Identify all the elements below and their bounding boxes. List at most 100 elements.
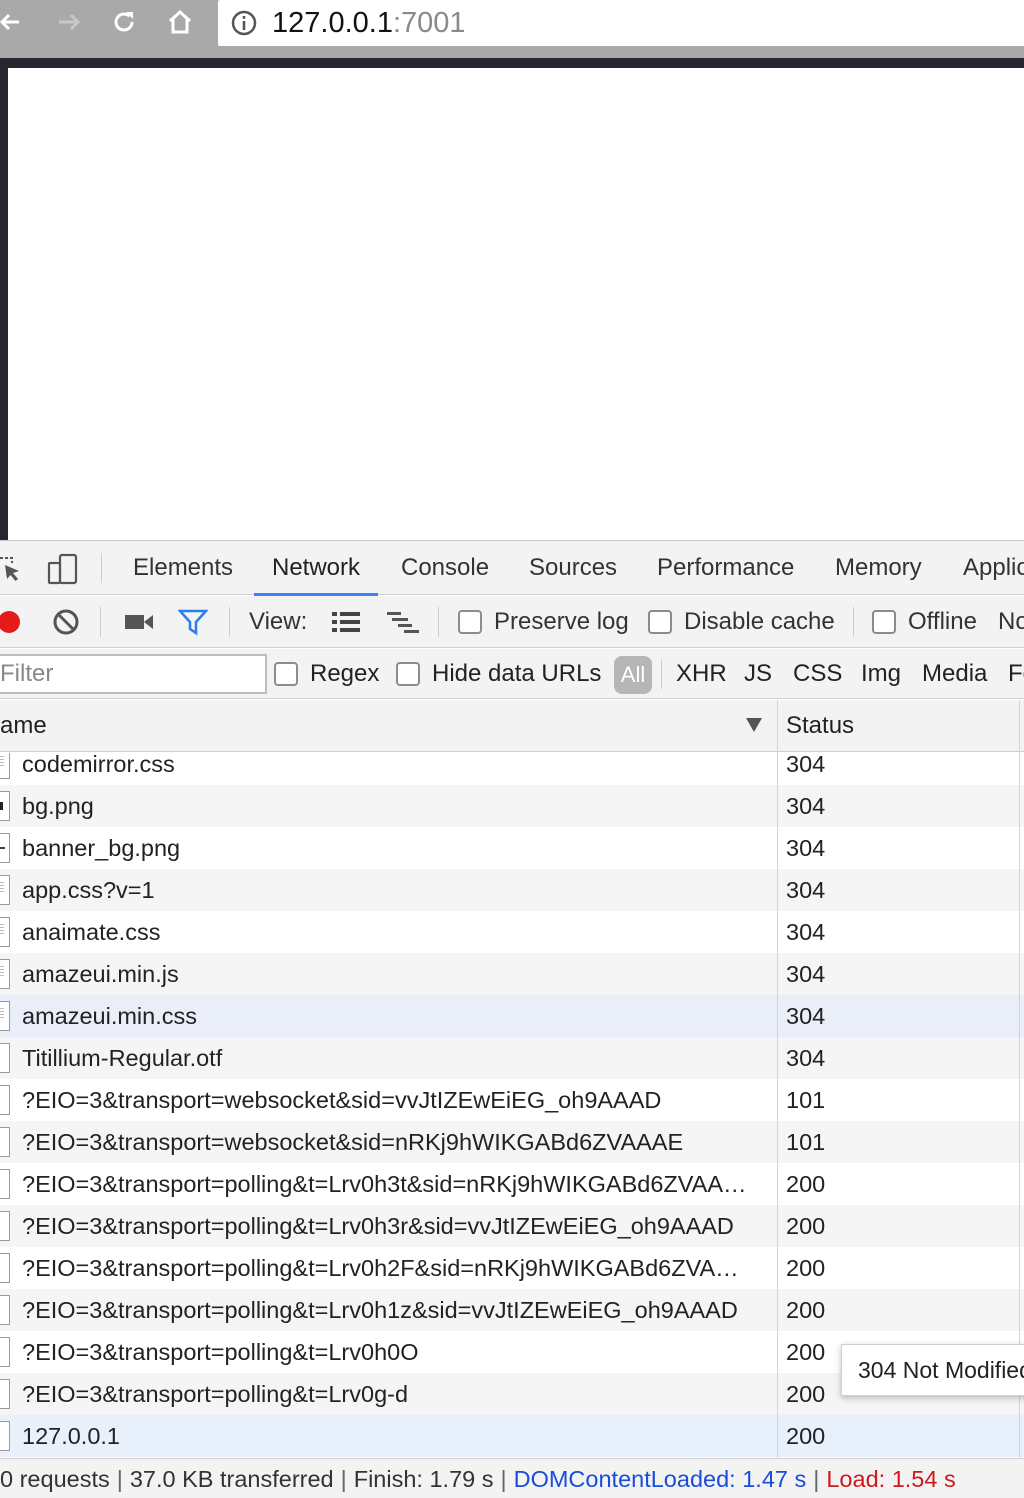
separator: |: [500, 1465, 507, 1492]
offline-label: Offline: [908, 608, 977, 635]
tab-memory[interactable]: Memory: [835, 541, 922, 595]
checkbox-icon[interactable]: [274, 662, 298, 686]
checkbox-icon[interactable]: [648, 610, 672, 634]
funnel-icon: [178, 609, 208, 636]
table-row[interactable]: amazeui.min.js 304: [0, 953, 1024, 995]
network-toolbar: View: Preserve log Disable cache Offline…: [0, 596, 1024, 648]
request-status: 304: [786, 753, 826, 777]
reload-icon: [114, 12, 134, 32]
url-host: 127.0.0.1: [272, 6, 393, 39]
file-icon: [0, 1085, 10, 1115]
file-icon: [0, 1421, 10, 1451]
hide-data-urls-checkbox[interactable]: Hide data URLs: [396, 649, 601, 699]
divider: [661, 659, 662, 689]
filter-input[interactable]: Filter: [0, 654, 267, 694]
clear-button[interactable]: [52, 596, 80, 648]
divider: [229, 607, 230, 637]
address-bar[interactable]: 127.0.0.1:7001: [218, 0, 1024, 46]
table-row[interactable]: ?EIO=3&transport=polling&t=Lrv0h3t&sid=n…: [0, 1163, 1024, 1205]
preserve-log-checkbox[interactable]: Preserve log: [458, 596, 629, 648]
request-status: 304: [786, 961, 826, 987]
divider: [100, 607, 101, 637]
column-header-status[interactable]: Status: [786, 700, 854, 752]
capture-screenshots-button[interactable]: [124, 596, 154, 648]
image-file-icon: [0, 833, 10, 863]
filter-toggle-button[interactable]: [178, 596, 208, 648]
offline-checkbox[interactable]: Offline: [872, 596, 977, 648]
waterfall-button[interactable]: [386, 596, 420, 648]
dom-content-loaded-time: DOMContentLoaded: 1.47 s: [513, 1465, 807, 1492]
arrow-left-icon: [0, 13, 19, 31]
list-icon: [332, 612, 360, 632]
sort-descending-icon: [746, 718, 762, 732]
network-summary-bar: 0 requests | 37.0 KB transferred | Finis…: [0, 1458, 1024, 1498]
divider: [853, 607, 854, 637]
type-filter-media[interactable]: Media: [922, 649, 987, 699]
table-row[interactable]: ?EIO=3&transport=websocket&sid=nRKj9hWIK…: [0, 1121, 1024, 1163]
network-grid-header: ame Status: [0, 700, 1024, 752]
request-name: codemirror.css: [22, 753, 175, 777]
table-row[interactable]: ?EIO=3&transport=polling&t=Lrv0h3r&sid=v…: [0, 1205, 1024, 1247]
table-row[interactable]: Titillium-Regular.otf 304: [0, 1037, 1024, 1079]
image-file-icon: [0, 791, 10, 821]
request-status: 200: [786, 1339, 826, 1365]
request-status: 304: [786, 877, 826, 903]
type-filter-css[interactable]: CSS: [793, 649, 842, 699]
block-icon: [53, 609, 79, 635]
tab-application[interactable]: Applic: [963, 541, 1024, 595]
forward-button[interactable]: [50, 4, 86, 40]
device-toolbar-icon[interactable]: [46, 552, 80, 586]
type-filter-xhr[interactable]: XHR: [676, 649, 727, 699]
inspect-element-icon[interactable]: [0, 552, 26, 586]
tab-elements[interactable]: Elements: [133, 541, 233, 595]
request-name: ?EIO=3&transport=websocket&sid=nRKj9hWIK…: [22, 1129, 684, 1155]
disable-cache-checkbox[interactable]: Disable cache: [648, 596, 835, 648]
column-header-name[interactable]: ame: [0, 700, 47, 752]
info-icon[interactable]: [230, 9, 258, 37]
checkbox-icon[interactable]: [872, 610, 896, 634]
table-row[interactable]: ?EIO=3&transport=polling&t=Lrv0h2F&sid=n…: [0, 1247, 1024, 1289]
checkbox-icon[interactable]: [396, 662, 420, 686]
table-row[interactable]: ?EIO=3&transport=polling&t=Lrv0h1z&sid=v…: [0, 1289, 1024, 1331]
throttling-select[interactable]: No: [998, 596, 1024, 648]
page-viewport: [8, 68, 1024, 540]
table-row[interactable]: 127.0.0.1 200: [0, 1415, 1024, 1457]
devtools-panel: Elements Network Console Sources Perform…: [0, 540, 1024, 1498]
column-divider[interactable]: [777, 700, 778, 1458]
checkbox-icon[interactable]: [458, 610, 482, 634]
file-icon: [0, 959, 10, 989]
home-button[interactable]: [162, 4, 198, 40]
tab-console[interactable]: Console: [401, 541, 489, 595]
preserve-log-label: Preserve log: [494, 608, 629, 635]
file-icon: [0, 753, 10, 779]
table-row[interactable]: bg.png 304: [0, 785, 1024, 827]
table-row[interactable]: banner_bg.png 304: [0, 827, 1024, 869]
tab-sources[interactable]: Sources: [529, 541, 617, 595]
request-name: 127.0.0.1: [22, 1423, 121, 1449]
type-filter-js[interactable]: JS: [744, 649, 772, 699]
arrow-right-icon: [59, 13, 81, 31]
file-icon: [0, 1211, 10, 1241]
large-rows-button[interactable]: [331, 596, 361, 648]
reload-button[interactable]: [106, 4, 142, 40]
table-row[interactable]: ?EIO=3&transport=websocket&sid=vvJtIZEwE…: [0, 1079, 1024, 1121]
type-filter-font[interactable]: Fo: [1008, 649, 1024, 699]
table-row[interactable]: anaimate.css 304: [0, 911, 1024, 953]
record-button[interactable]: [0, 596, 22, 648]
back-button[interactable]: [0, 4, 30, 40]
divider: [438, 607, 439, 637]
table-row[interactable]: amazeui.min.css 304: [0, 995, 1024, 1037]
request-name: ?EIO=3&transport=polling&t=Lrv0g-d: [22, 1381, 409, 1407]
table-row[interactable]: codemirror.css 304: [0, 753, 1024, 785]
hide-data-urls-label: Hide data URLs: [432, 660, 602, 687]
table-row[interactable]: app.css?v=1 304: [0, 869, 1024, 911]
transferred-size: 37.0 KB transferred: [129, 1465, 334, 1492]
tab-performance[interactable]: Performance: [657, 541, 794, 595]
type-filter-img[interactable]: Img: [861, 649, 901, 699]
type-filter-all[interactable]: All: [614, 656, 652, 694]
status-tooltip: 304 Not Modified: [841, 1344, 1024, 1396]
tab-network[interactable]: Network: [253, 541, 379, 596]
regex-checkbox[interactable]: Regex: [274, 649, 379, 699]
request-name: ?EIO=3&transport=websocket&sid=vvJtIZEwE…: [22, 1087, 662, 1113]
request-status: 200: [786, 1423, 826, 1449]
